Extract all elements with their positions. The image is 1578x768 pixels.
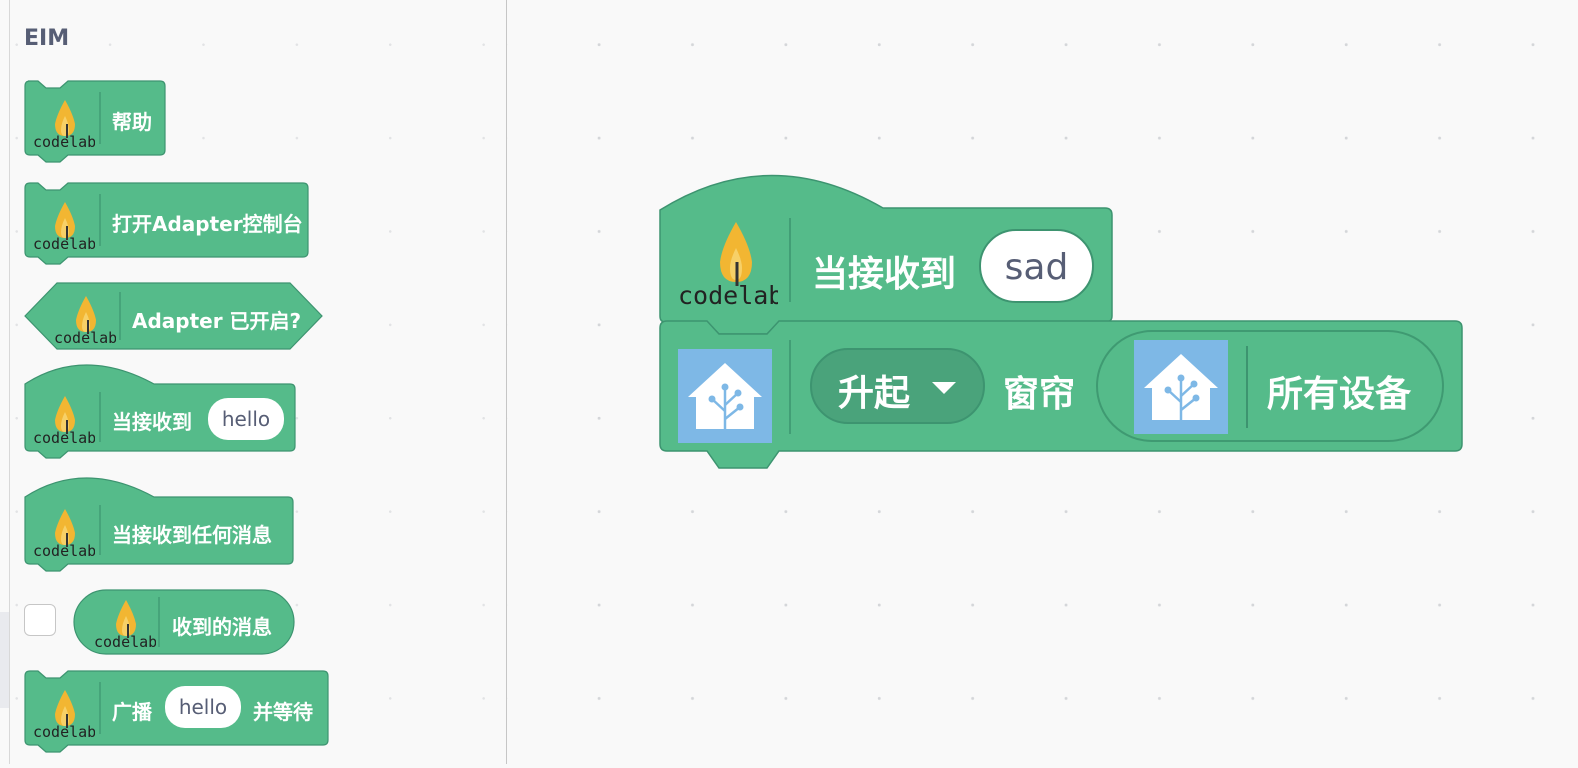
block-palette-flyout: EIM 帮助 打开Adapter控制台 Adapter 已开启? 当接收到 he… [0, 0, 507, 764]
codelab-logo-icon: codelab [94, 600, 156, 651]
broadcast-label: 广播 [112, 700, 152, 724]
svg-text:codelab: codelab [33, 235, 95, 253]
message-input[interactable]: hello [208, 398, 284, 440]
svg-text:codelab: codelab [33, 133, 95, 151]
when-receive-label: 当接收到 [112, 410, 192, 434]
all-devices-label: 所有设备 [1267, 374, 1412, 415]
codelab-logo-icon: codelab [33, 690, 95, 741]
hat-message-input[interactable]: sad [979, 229, 1094, 303]
when-receive-any-label: 当接收到任何消息 [112, 523, 272, 547]
svg-text:codelab: codelab [678, 281, 778, 310]
svg-text:codelab: codelab [94, 633, 156, 651]
received-message-label: 收到的消息 [172, 615, 272, 639]
codelab-logo-icon: codelab [678, 222, 778, 310]
codelab-logo-icon: codelab [33, 509, 95, 560]
hat-when-receive-label: 当接收到 [812, 254, 957, 295]
adapter-enabled-label: Adapter 已开启? [132, 309, 302, 333]
help-block-label: 帮助 [112, 110, 152, 134]
curtain-label: 窗帘 [1003, 374, 1076, 415]
category-menu-edge [0, 612, 9, 708]
action-dropdown[interactable]: 升起 [810, 348, 985, 424]
codelab-logo-icon: codelab [54, 296, 116, 347]
svg-text:codelab: codelab [33, 429, 95, 447]
and-wait-label: 并等待 [253, 700, 313, 724]
device-reporter[interactable]: 所有设备 [1096, 330, 1444, 442]
codelab-logo-icon: codelab [33, 100, 95, 151]
broadcast-message-input[interactable]: hello [165, 686, 241, 728]
svg-text:codelab: codelab [33, 723, 95, 741]
action-dropdown-value: 升起 [838, 373, 911, 414]
reporter-divider [1246, 346, 1248, 428]
codelab-logo-icon: codelab [33, 396, 95, 447]
category-title: EIM [24, 26, 70, 51]
codelab-logo-icon: codelab [33, 202, 95, 253]
chevron-down-icon [932, 382, 956, 394]
svg-text:codelab: codelab [33, 542, 95, 560]
home-assistant-icon [1134, 340, 1228, 434]
home-assistant-icon [678, 349, 772, 443]
open-adapter-console-label: 打开Adapter控制台 [112, 212, 303, 236]
show-reporter-checkbox[interactable] [24, 604, 56, 636]
category-menu-border [9, 0, 10, 764]
svg-text:codelab: codelab [54, 329, 116, 347]
